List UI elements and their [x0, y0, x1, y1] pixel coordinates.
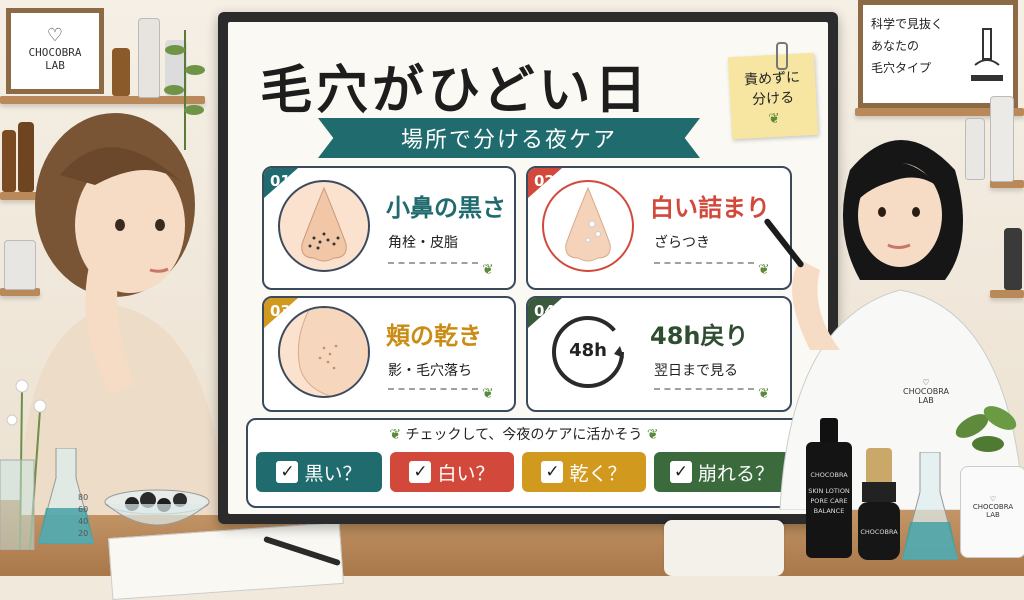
leaf-icon: ❦: [758, 262, 770, 278]
divider: [654, 262, 754, 264]
check-dry-button[interactable]: ✓ 乾く？: [522, 452, 646, 492]
pot-logo-line1: CHOCOBRA: [972, 503, 1014, 511]
card-subtitle: 角栓・皮脂: [388, 235, 458, 251]
skin-lotion-bottle: CHOCOBRA SKIN LOTION PORE CARE BALANCE: [806, 418, 852, 558]
beaker-icon: 80 60 40 20: [37, 447, 95, 545]
towel-icon: [664, 520, 784, 576]
card-subtitle: ざらつき: [654, 235, 710, 251]
checkbox-icon: ✓: [541, 461, 564, 483]
clock-label: 48h: [569, 340, 607, 361]
card-title: 頬の乾き: [386, 322, 482, 350]
ribbon-banner: 場所で分ける夜ケア: [318, 118, 700, 158]
leaf-icon: ❦: [642, 427, 659, 443]
bottle-line2: PORE CARE: [810, 497, 848, 505]
lab-logo-frame: ♡ CHOCOBRA LAB: [6, 8, 104, 94]
white-clog-illustration: [542, 180, 634, 272]
beaker-mark: 40: [78, 517, 89, 526]
card-subtitle: 影・毛穴落ち: [388, 363, 472, 379]
leaf-icon: ❦: [482, 386, 494, 402]
bottle-icon: [112, 48, 130, 96]
check-heading-text: チェックして、今夜のケアに活かそう: [405, 427, 643, 443]
plant-pot: ♡ CHOCOBRA LAB: [960, 466, 1024, 558]
divider: [388, 388, 478, 390]
plant-icon: [955, 406, 1017, 452]
card-title: 48h戻り: [650, 322, 749, 350]
bottle-brand: CHOCOBRA: [810, 471, 848, 479]
pot-logo-line2: LAB: [986, 511, 1000, 519]
heart-leaf-icon: ♡: [922, 378, 930, 387]
checkbox-icon: ✓: [409, 461, 432, 483]
check-button-label: 乾く？: [569, 462, 627, 485]
paperclip-icon: [776, 42, 788, 70]
leaf-icon: ❦: [482, 262, 494, 278]
pore-type-poster: 科学で見抜く あなたの 毛穴タイプ: [858, 0, 1018, 108]
brush-jar: CHOCOBRA: [858, 448, 900, 560]
charcoal-bowl-icon: [104, 489, 210, 526]
bottle-icon: [138, 18, 160, 98]
leaf-icon: ❦: [389, 427, 406, 443]
cheek-illustration: [278, 306, 370, 398]
beaker-mark: 80: [78, 493, 89, 502]
checkbox-icon: ✓: [276, 461, 299, 483]
lab-logo-line1: CHOCOBRA: [28, 46, 82, 59]
check-heading: ❦ チェックして、今夜のケアに活かそう ❦: [246, 424, 802, 444]
coat-logo-line1: CHOCOBRA: [903, 387, 949, 396]
heart-leaf-icon: ♡: [46, 25, 64, 46]
check-button-label: 崩れる？: [697, 462, 774, 485]
divider: [654, 388, 754, 390]
bottle-line1: SKIN LOTION: [808, 487, 850, 495]
check-button-label: 黒い？: [304, 462, 362, 485]
beaker-mark: 60: [78, 505, 89, 514]
coat-logo-line2: LAB: [918, 396, 934, 405]
bottle-line3: BALANCE: [813, 507, 845, 515]
check-black-button[interactable]: ✓ 黒い？: [256, 452, 382, 492]
check-button-label: 白い？: [437, 462, 495, 485]
headline: 毛穴がひどい日: [260, 61, 651, 121]
card-subtitle: 翌日まで見る: [654, 363, 738, 379]
jar-label: CHOCOBRA: [860, 528, 898, 536]
beaker-mark: 20: [78, 529, 89, 538]
checkbox-icon: ✓: [669, 461, 692, 483]
divider: [388, 262, 478, 264]
microscope-icon: [971, 28, 1003, 81]
coat-logo: ♡ CHOCOBRA LAB: [896, 378, 956, 405]
clock-48h-icon: 48h: [548, 312, 628, 392]
card-title: 白い詰まり: [650, 194, 770, 222]
check-white-button[interactable]: ✓ 白い？: [390, 452, 514, 492]
card-title: 小鼻の黒さ: [386, 194, 506, 222]
nose-pores-illustration: [278, 180, 370, 272]
lab-logo-line2: LAB: [45, 59, 65, 72]
leaf-icon: ❦: [758, 386, 770, 402]
heart-leaf-icon: ♡: [989, 495, 997, 503]
